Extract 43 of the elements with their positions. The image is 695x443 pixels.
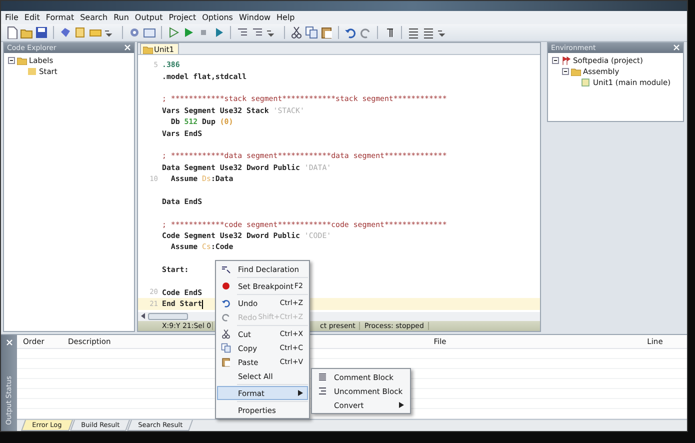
document-icon[interactable] bbox=[5, 26, 18, 40]
menu-item[interactable]: Search bbox=[80, 13, 108, 22]
clipboard-icon bbox=[221, 357, 231, 367]
folder-icon bbox=[571, 67, 581, 76]
menu-item[interactable]: Output bbox=[134, 13, 163, 22]
page-icon bbox=[581, 78, 591, 88]
menu-item[interactable]: Run bbox=[114, 13, 129, 22]
menu-item[interactable]: Project bbox=[168, 13, 196, 22]
save-icon[interactable] bbox=[35, 26, 48, 40]
collapse-icon[interactable] bbox=[562, 68, 569, 76]
copy-icon bbox=[221, 343, 231, 353]
breakpoint-icon bbox=[221, 281, 231, 291]
scissors-icon bbox=[221, 329, 231, 339]
collapse-icon[interactable] bbox=[552, 57, 559, 64]
lines-icon[interactable] bbox=[407, 26, 420, 40]
scroll-thumb[interactable] bbox=[148, 312, 188, 320]
menu-item[interactable]: Options bbox=[202, 13, 233, 22]
redo-icon[interactable] bbox=[359, 26, 372, 40]
menu-item[interactable]: Format bbox=[46, 13, 74, 22]
close-icon[interactable] bbox=[124, 44, 131, 52]
redo-icon bbox=[221, 312, 231, 322]
menu-item[interactable]: Edit bbox=[24, 13, 40, 22]
close-icon[interactable] bbox=[673, 44, 680, 52]
lines-icon bbox=[317, 372, 327, 382]
run-icon[interactable] bbox=[182, 26, 195, 40]
menu-item[interactable]: Help bbox=[276, 13, 295, 22]
lines-icon bbox=[317, 386, 327, 396]
left-arrow-icon bbox=[140, 313, 146, 319]
menu-item[interactable]: File bbox=[5, 13, 18, 22]
menu-item[interactable]: Window bbox=[238, 13, 271, 22]
folder-icon bbox=[143, 44, 153, 54]
lines-icon[interactable] bbox=[422, 26, 435, 40]
collapse-icon[interactable] bbox=[8, 57, 15, 64]
undo-icon[interactable] bbox=[344, 26, 357, 40]
close-icon[interactable] bbox=[6, 338, 12, 346]
flag-icon bbox=[561, 56, 571, 66]
folder-icon bbox=[17, 56, 27, 66]
undo-icon bbox=[221, 298, 231, 308]
gem-icon[interactable] bbox=[59, 26, 72, 40]
scissors-icon[interactable] bbox=[290, 26, 303, 40]
play-icon[interactable] bbox=[167, 26, 180, 40]
clipboard-icon[interactable] bbox=[320, 26, 333, 40]
copy-icon[interactable] bbox=[305, 26, 318, 40]
